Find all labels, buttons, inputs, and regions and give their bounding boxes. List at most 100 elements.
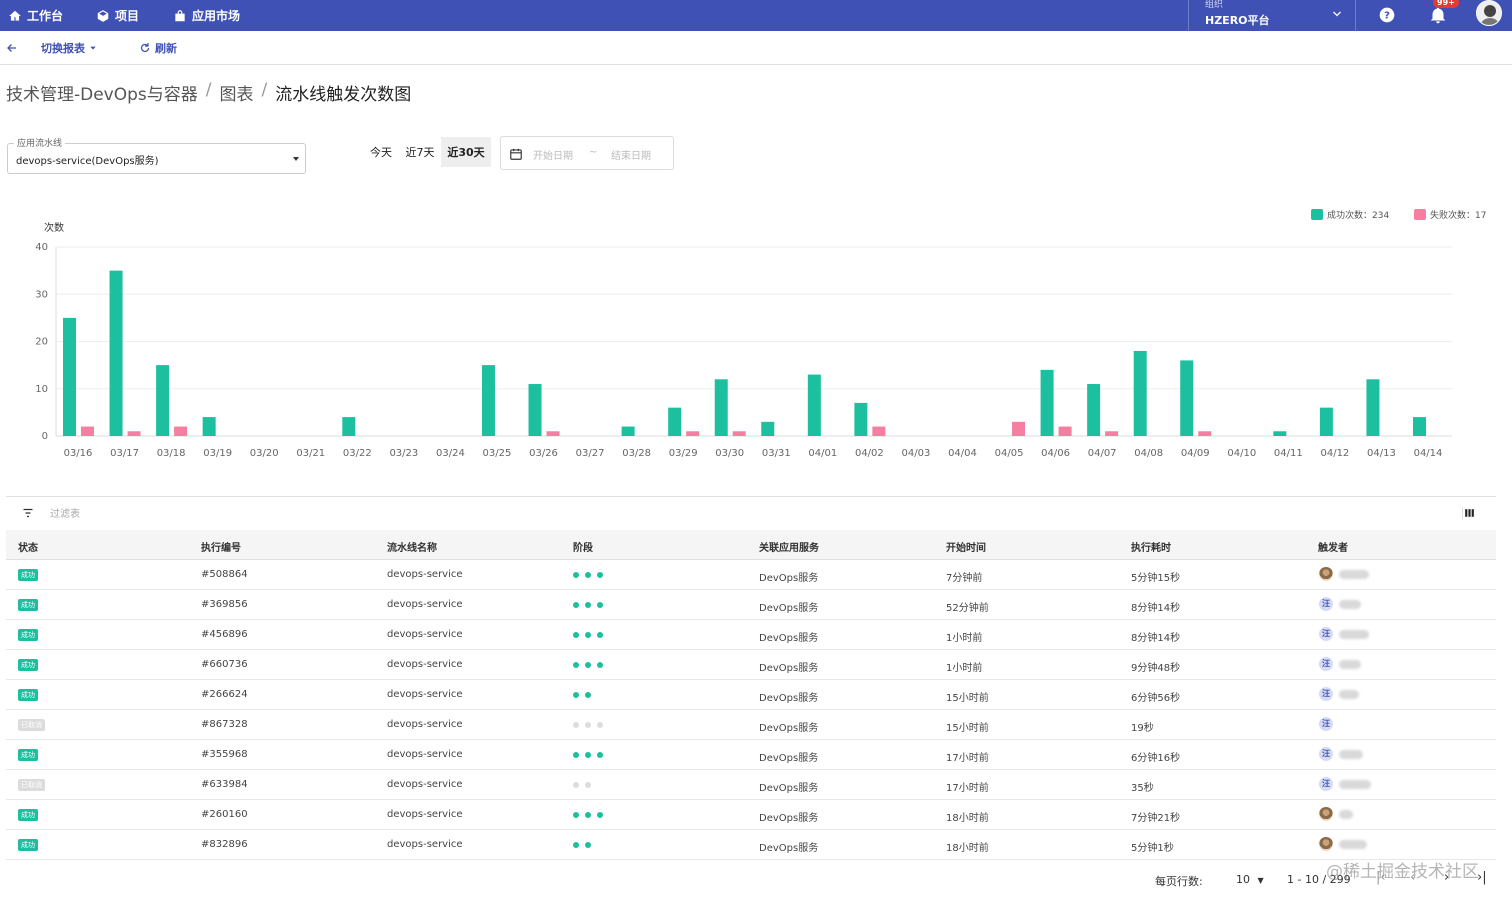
- back-button[interactable]: [6, 31, 18, 65]
- stage-indicator[interactable]: [573, 572, 603, 578]
- pipeline-select[interactable]: 应用流水线 devops-service(DevOps服务): [7, 136, 306, 174]
- date-end-input[interactable]: 结束日期: [611, 147, 651, 162]
- nav-app-market[interactable]: 应用市场: [173, 0, 240, 31]
- run-id[interactable]: #508864: [201, 569, 248, 580]
- x-tick-label: 04/02: [855, 448, 884, 459]
- top-app-bar: 工作台 项目 应用市场 组织 HZERO平台 ? 99+: [0, 0, 1512, 31]
- watermark: @稀土掘金技术社区: [1326, 862, 1479, 882]
- trigger-user-name-blurred: [1339, 600, 1361, 609]
- stage-dot: [585, 692, 591, 698]
- refresh-label: 刷新: [155, 42, 177, 55]
- nav-project[interactable]: 项目: [96, 0, 139, 31]
- svg-text:?: ?: [1384, 11, 1390, 22]
- run-id[interactable]: #355968: [201, 749, 248, 760]
- range-today-button[interactable]: 今天: [366, 137, 396, 167]
- stage-indicator[interactable]: [573, 692, 591, 698]
- user-avatar[interactable]: [1476, 0, 1502, 26]
- stage-dot: [597, 752, 603, 758]
- run-id[interactable]: #633984: [201, 779, 248, 790]
- refresh-button[interactable]: 刷新: [139, 31, 177, 65]
- stage-dot: [585, 722, 591, 728]
- run-id[interactable]: #660736: [201, 659, 248, 670]
- duration: 9分钟48秒: [1131, 663, 1181, 674]
- avatar: [1319, 807, 1333, 821]
- stage-dot: [573, 632, 579, 638]
- run-id[interactable]: #867328: [201, 719, 248, 730]
- app-service: DevOps服务: [759, 633, 819, 644]
- table-row[interactable]: 成功 #266624 devops-service DevOps服务 15小时前 6分钟5…: [6, 680, 1496, 710]
- run-id[interactable]: #832896: [201, 839, 248, 850]
- column-header[interactable]: 阶段: [573, 539, 593, 554]
- range-30days-button[interactable]: 近30天: [441, 137, 491, 167]
- bar-fail: [174, 426, 188, 436]
- column-header[interactable]: 状态: [18, 539, 38, 554]
- column-header[interactable]: 流水线名称: [387, 539, 437, 554]
- column-header[interactable]: 执行编号: [201, 539, 241, 554]
- breadcrumb-item[interactable]: 技术管理-DevOps与容器: [6, 80, 198, 105]
- stage-indicator[interactable]: [573, 842, 591, 848]
- nav-workbench[interactable]: 工作台: [8, 0, 63, 31]
- rows-per-page-select[interactable]: 10 ▼: [1236, 873, 1264, 886]
- range-7days-button[interactable]: 近7天: [402, 137, 438, 167]
- trigger-user-name-blurred: [1339, 690, 1359, 699]
- caret-down-icon: [293, 157, 299, 161]
- table-row[interactable]: 成功 #508864 devops-service DevOps服务 7分钟前 5分钟15…: [6, 560, 1496, 590]
- table-row[interactable]: 成功 #660736 devops-service DevOps服务 1小时前 9分钟48…: [6, 650, 1496, 680]
- x-tick-label: 03/27: [576, 448, 605, 459]
- x-tick-label: 03/16: [64, 448, 93, 459]
- date-start-input[interactable]: 开始日期: [533, 147, 573, 162]
- trigger-user-name-blurred: [1339, 660, 1361, 669]
- page-toolbar: 切换报表 刷新: [0, 31, 1512, 65]
- column-header[interactable]: 开始时间: [946, 539, 986, 554]
- stage-indicator[interactable]: [573, 662, 603, 668]
- run-id[interactable]: #369856: [201, 599, 248, 610]
- column-header[interactable]: 触发者: [1318, 539, 1348, 554]
- run-id[interactable]: #456896: [201, 629, 248, 640]
- org-switcher[interactable]: 组织 HZERO平台: [1188, 0, 1356, 31]
- switch-report-button[interactable]: 切换报表: [41, 31, 97, 65]
- status-badge: 成功: [18, 599, 38, 611]
- y-tick-label: 10: [35, 384, 48, 395]
- trigger-user-name-blurred: [1339, 630, 1369, 639]
- x-tick-label: 04/11: [1274, 448, 1303, 459]
- breadcrumb-item[interactable]: 图表: [220, 80, 254, 105]
- duration: 19秒: [1131, 723, 1154, 734]
- app-service: DevOps服务: [759, 843, 819, 854]
- x-tick-label: 03/28: [622, 448, 651, 459]
- pipeline-select-value: devops-service(DevOps服务): [16, 156, 159, 167]
- column-header[interactable]: 关联应用服务: [759, 539, 819, 554]
- table-row[interactable]: 成功 #369856 devops-service DevOps服务 52分钟前 8分钟1…: [6, 590, 1496, 620]
- stage-indicator[interactable]: [573, 632, 603, 638]
- rows-per-page-label: 每页行数:: [1155, 875, 1203, 888]
- table-row[interactable]: 成功 #832896 devops-service DevOps服务 18小时前 5分钟1…: [6, 830, 1496, 860]
- stage-indicator[interactable]: [573, 752, 603, 758]
- stage-indicator[interactable]: [573, 812, 603, 818]
- y-tick-label: 0: [42, 431, 48, 442]
- run-id[interactable]: #266624: [201, 689, 248, 700]
- bar-fail: [686, 431, 700, 436]
- stage-dot: [585, 632, 591, 638]
- table-row[interactable]: 成功 #355968 devops-service DevOps服务 17小时前 6分钟1…: [6, 740, 1496, 770]
- date-range-picker[interactable]: 开始日期 ~ 结束日期: [500, 136, 674, 170]
- table-filter-input[interactable]: 过滤表: [50, 505, 80, 520]
- filter-icon[interactable]: [22, 507, 34, 519]
- date-separator: ~: [589, 147, 598, 158]
- stage-dot: [573, 722, 579, 728]
- help-icon[interactable]: ?: [1376, 4, 1398, 26]
- table-row[interactable]: 已取消 #633984 devops-service DevOps服务 17小时前 35秒…: [6, 770, 1496, 800]
- stage-indicator[interactable]: [573, 602, 603, 608]
- x-tick-label: 03/25: [483, 448, 512, 459]
- stage-dot: [597, 572, 603, 578]
- table-row[interactable]: 成功 #260160 devops-service DevOps服务 18小时前 7分钟2…: [6, 800, 1496, 830]
- table-row[interactable]: 成功 #456896 devops-service DevOps服务 1小时前 8分钟14…: [6, 620, 1496, 650]
- stage-dot: [597, 662, 603, 668]
- stage-indicator[interactable]: [573, 782, 591, 788]
- columns-icon[interactable]: [1462, 507, 1476, 519]
- table-row[interactable]: 已取消 #867328 devops-service DevOps服务 15小时前 19秒…: [6, 710, 1496, 740]
- pipeline-name: devops-service: [387, 629, 463, 640]
- start-time: 17小时前: [946, 783, 989, 794]
- stage-dot: [597, 722, 603, 728]
- column-header[interactable]: 执行耗时: [1131, 539, 1171, 554]
- run-id[interactable]: #260160: [201, 809, 248, 820]
- stage-indicator[interactable]: [573, 722, 603, 728]
